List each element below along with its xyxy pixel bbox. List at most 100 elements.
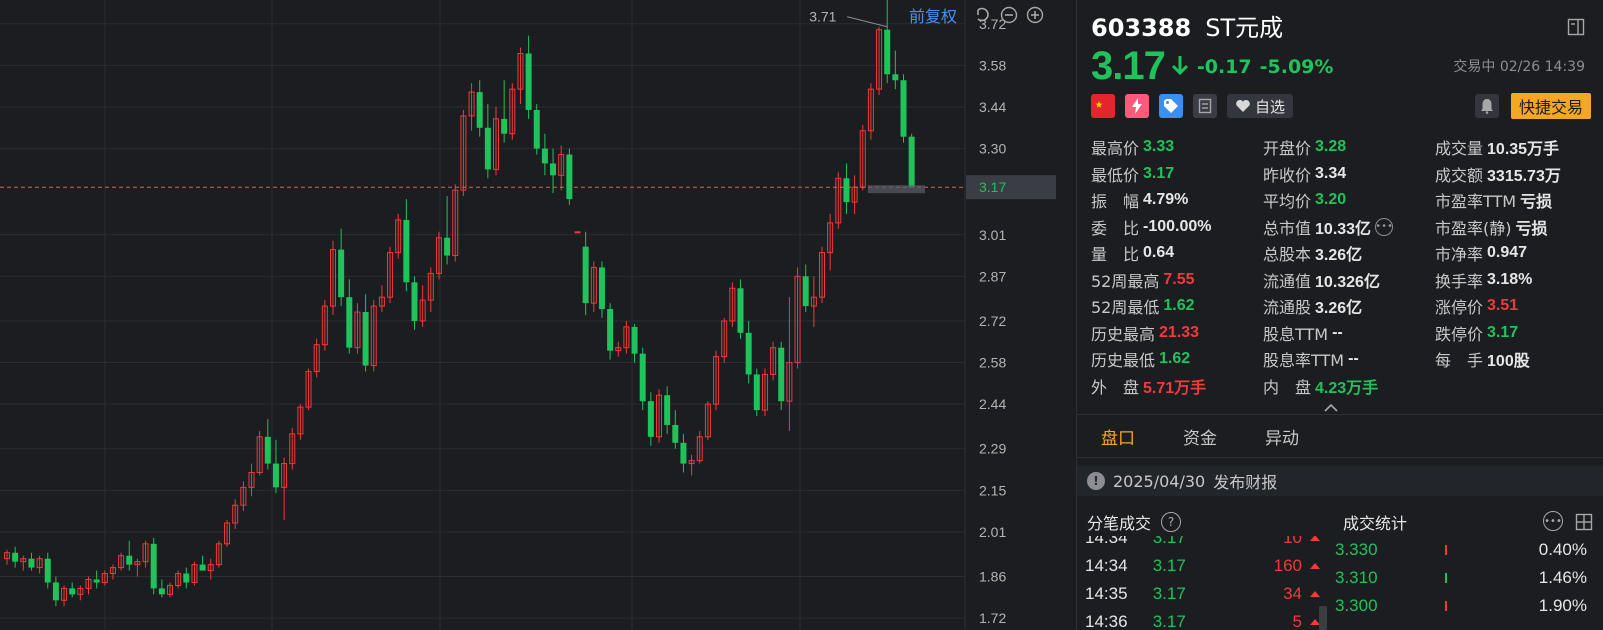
help-icon[interactable]: ? — [1161, 512, 1182, 532]
stat-label: 委 比 — [1091, 218, 1140, 238]
stat-cell: 换手率 3.18% — [1435, 268, 1596, 292]
candle-body — [639, 353, 646, 402]
undo-icon[interactable] — [973, 5, 993, 25]
stats-row: 量 比 0.64 总股本 3.26亿 市净率 0.947 — [1091, 240, 1596, 267]
candle-body — [566, 154, 573, 200]
zoom-out-icon[interactable] — [999, 5, 1019, 25]
stat-cell: 最高价 3.33 — [1091, 135, 1263, 159]
stat-value: 3.33 — [1143, 138, 1175, 156]
stat-label: 换手率 — [1435, 271, 1484, 291]
candle-body — [126, 555, 133, 565]
stat-value: -100.00% — [1143, 217, 1212, 235]
stat-cell: 股息率TTM -- — [1263, 347, 1435, 371]
trading-status: 交易中 02/26 14:39 — [1453, 59, 1585, 75]
candle-body — [533, 109, 540, 149]
tab-order-book[interactable]: 盘口 — [1101, 424, 1135, 449]
quick-trade-button[interactable]: 快捷交易 — [1510, 93, 1591, 119]
stat-value: 4.23万手 — [1315, 379, 1379, 397]
candle-body — [574, 231, 581, 234]
info-icon: ! — [1087, 472, 1105, 490]
arrow-down-icon — [1171, 54, 1189, 80]
stat-cell: 总市值 10.33亿 ••• — [1263, 215, 1435, 239]
stat-value: 3.18% — [1487, 270, 1533, 288]
tick-list-scrollbar[interactable] — [1319, 606, 1327, 630]
watch-label: 自选 — [1255, 97, 1286, 116]
kline-chart[interactable]: 3.72 3.58 3.44 3.30 3.01 2.87 2.72 2.58 2.44 2.29… — [0, 0, 1075, 630]
tab-unusual[interactable]: 异动 — [1265, 424, 1299, 449]
tick-volume: 10 — [1283, 536, 1302, 547]
tick-list[interactable]: 14:34 3.17 10 14:34 3.17 160 14:35 3.17 34 14:36 3… — [1077, 536, 1327, 630]
tick-time: 14:34 — [1085, 556, 1128, 575]
candle-body — [403, 219, 410, 283]
y-tick-label: 3.30 — [979, 141, 1006, 157]
stat-cell: 涨停价 3.51 — [1435, 294, 1596, 318]
kline-svg[interactable]: 3.723.583.443.303.012.872.722.582.442.29… — [0, 0, 1075, 630]
stats-row: 最低价 3.17 昨收价 3.34 成交额 3315.73万 — [1091, 161, 1596, 188]
candle-body — [745, 332, 752, 375]
last-price-band — [867, 185, 925, 194]
stat-value: 3315.73万 — [1487, 167, 1561, 185]
current-price-label: 3.17 — [979, 179, 1006, 195]
stat-value: 100股 — [1487, 353, 1530, 371]
stat-cell: 市净率 0.947 — [1435, 241, 1596, 265]
candle-body — [753, 374, 760, 411]
candle-body — [28, 558, 35, 568]
stats-row: 52周最低 1.62 流通股 3.26亿 涨停价 3.51 — [1091, 293, 1596, 320]
stat-label: 流通股 — [1263, 298, 1312, 318]
candle-body — [264, 436, 271, 464]
stat-label: 最高价 — [1091, 139, 1140, 159]
volume-stat-bar — [1445, 601, 1447, 611]
earnings-notice[interactable]: ! 2025/04/30 发布财报 — [1077, 466, 1603, 496]
stat-label: 总股本 — [1263, 245, 1312, 265]
y-tick-label: 2.29 — [979, 441, 1006, 457]
adjust-mode-link[interactable]: 前复权 — [909, 3, 957, 27]
stat-label: 内 盘 — [1263, 377, 1312, 397]
lightning-icon[interactable] — [1125, 94, 1149, 118]
candle-body — [272, 463, 279, 488]
stat-value: 5.71万手 — [1143, 379, 1207, 397]
zoom-in-icon[interactable] — [1025, 5, 1045, 25]
candle-body — [362, 312, 369, 366]
stat-cell: 委 比 -100.00% — [1091, 215, 1263, 239]
stats-row: 历史最低 1.62 股息率TTM -- 每 手 100股 — [1091, 346, 1596, 373]
tab-fund-flow[interactable]: 资金 — [1183, 424, 1217, 449]
stat-label: 市净率 — [1435, 245, 1484, 265]
y-tick-label: 3.58 — [979, 57, 1006, 73]
candle-body — [737, 288, 744, 333]
candle-body — [908, 136, 915, 188]
price-change-pct: -5.09% — [1259, 55, 1334, 78]
candle-body — [892, 74, 899, 81]
max-annotation-line — [847, 16, 888, 28]
candle-body — [150, 543, 157, 589]
china-flag-icon[interactable] — [1091, 94, 1115, 118]
heart-icon — [1236, 99, 1250, 112]
volume-stat-pct: 1.90% — [1538, 596, 1587, 615]
grid-view-icon[interactable] — [1575, 513, 1593, 535]
more-options-icon[interactable]: ••• — [1543, 511, 1563, 531]
candle-body — [672, 424, 679, 443]
y-tick-label: 3.01 — [979, 227, 1006, 243]
volume-stats-list[interactable]: 3.330 0.40% 3.310 1.46% 3.300 1.90% — [1335, 536, 1603, 630]
candle-body — [44, 558, 51, 583]
tag-icon[interactable] — [1159, 94, 1183, 118]
more-info-icon[interactable]: ••• — [1375, 217, 1394, 236]
stat-value: -- — [1332, 323, 1343, 341]
add-watchlist-button[interactable]: 自选 — [1227, 94, 1294, 118]
stat-value: 4.79% — [1143, 191, 1189, 209]
quote-stats-grid: 最高价 3.33 开盘价 3.28 成交量 10.35万手 最低价 3.17 昨收价 3.34 成交… — [1091, 134, 1596, 399]
tag-row: 自选 — [1091, 94, 1294, 118]
document-icon[interactable] — [1193, 94, 1217, 118]
stat-label: 流通值 — [1263, 271, 1312, 291]
y-tick-label: 2.01 — [979, 524, 1006, 540]
alert-bell-icon[interactable] — [1475, 94, 1499, 118]
y-tick-label: 3.44 — [979, 99, 1006, 115]
stat-label: 52周最低 — [1091, 298, 1160, 318]
stat-label: 量 比 — [1091, 245, 1140, 265]
stat-value: 3.17 — [1487, 323, 1519, 341]
stat-value: 亏损 — [1520, 194, 1553, 212]
volume-stat-bar — [1445, 545, 1447, 555]
ticks-header: 分笔成交 ? — [1087, 510, 1182, 534]
stat-cell: 跌停价 3.17 — [1435, 321, 1596, 345]
panel-layout-icon[interactable] — [1567, 18, 1585, 40]
stat-cell: 量 比 0.64 — [1091, 241, 1263, 265]
